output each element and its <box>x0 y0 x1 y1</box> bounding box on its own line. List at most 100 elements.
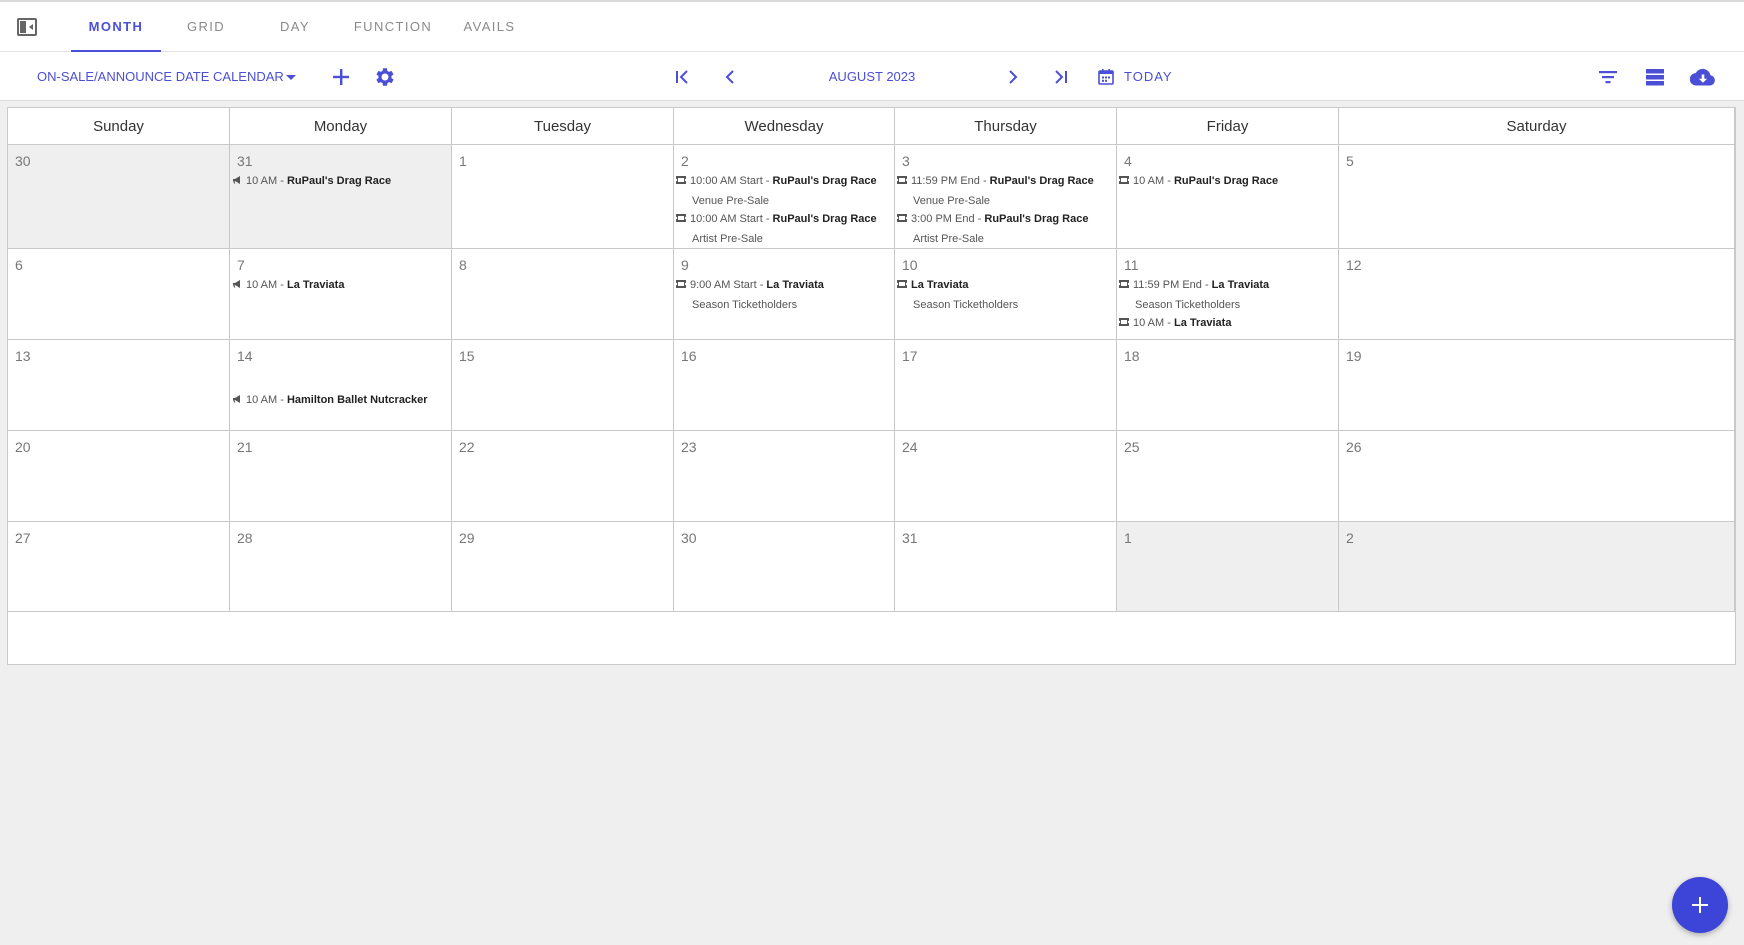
calendar-event[interactable]: 10 AM - La Traviata <box>232 275 449 295</box>
filter-icon[interactable] <box>1597 66 1619 88</box>
chevron-right-icon[interactable] <box>1003 67 1023 87</box>
month-calendar-grid: Sunday Monday Tuesday Wednesday Thursday Frid… <box>7 107 1736 665</box>
calendar-select[interactable]: ON-SALE/ANNOUNCE DATE CALENDAR <box>37 52 284 102</box>
tab-month[interactable]: MONTH <box>71 2 161 52</box>
today-button[interactable]: TODAY <box>1124 52 1173 102</box>
day-cell[interactable]: 30 <box>674 522 895 612</box>
day-number: 18 <box>1124 348 1140 364</box>
day-cell[interactable]: 2 <box>1339 522 1735 612</box>
day-cell[interactable]: 8 <box>452 249 674 340</box>
tab-avails[interactable]: AVAILS <box>452 2 527 52</box>
day-cell[interactable]: 9 9:00 AM Start - La Traviata Season Ticke… <box>674 249 895 340</box>
sidebar-toggle-icon[interactable] <box>17 18 37 36</box>
day-cell[interactable]: 30 <box>8 145 230 249</box>
event-time: 11:59 PM End - <box>1133 279 1212 291</box>
first-page-icon[interactable] <box>672 67 692 87</box>
event-name: La Traviata <box>911 279 969 291</box>
current-month-label: AUGUST 2023 <box>828 69 916 84</box>
day-number: 25 <box>1124 439 1140 455</box>
add-icon[interactable] <box>331 67 351 87</box>
day-number: 21 <box>237 439 253 455</box>
day-cell[interactable]: 1 <box>452 145 674 249</box>
day-cell[interactable]: 4 10 AM - RuPaul's Drag Race <box>1117 145 1339 249</box>
event-name: La Traviata <box>1211 279 1270 291</box>
event-line: La Traviata <box>897 275 1114 295</box>
day-cell[interactable]: 6 <box>8 249 230 340</box>
weekday-header: Saturday <box>1339 108 1735 145</box>
day-cell[interactable]: 31 <box>895 522 1117 612</box>
tab-grid[interactable]: GRID <box>166 2 246 52</box>
day-cell[interactable]: 15 <box>452 340 674 431</box>
event-name: RuPaul's Drag Race <box>1173 175 1279 187</box>
list-view-icon[interactable] <box>1644 66 1666 88</box>
day-cell[interactable]: 12 <box>1339 249 1735 340</box>
calendar-icon[interactable] <box>1097 68 1115 86</box>
day-cell[interactable]: 17 <box>895 340 1117 431</box>
calendar-event[interactable]: 10:00 AM Start - RuPaul's Drag Race Venue… <box>676 171 892 211</box>
day-cell[interactable]: 7 10 AM - La Traviata <box>230 249 452 340</box>
day-cell[interactable]: 5 <box>1339 145 1735 249</box>
calendar-event[interactable]: 9:00 AM Start - La Traviata Season Ticket… <box>676 275 892 315</box>
day-cell[interactable]: 24 <box>895 431 1117 522</box>
tab-day[interactable]: DAY <box>255 2 335 52</box>
day-cell[interactable]: 23 <box>674 431 895 522</box>
day-cell[interactable]: 26 <box>1339 431 1735 522</box>
cloud-download-icon[interactable] <box>1690 65 1716 89</box>
ticket-icon <box>676 280 686 289</box>
calendar-event[interactable]: La Traviata Season Ticketholders <box>897 275 1114 315</box>
chevron-left-icon[interactable] <box>720 67 740 87</box>
day-cell[interactable]: 20 <box>8 431 230 522</box>
calendar-event[interactable]: 11:59 PM End - La Traviata Season Ticketh… <box>1119 275 1336 315</box>
event-presale-type: Venue Pre-Sale <box>692 195 770 207</box>
day-cell[interactable]: 22 <box>452 431 674 522</box>
calendar-event[interactable]: 11:59 PM End - RuPaul's Drag Race Venue P… <box>897 171 1114 211</box>
event-time: 10:00 AM Start - <box>690 213 773 225</box>
calendar-event[interactable]: 10:00 AM Start - RuPaul's Drag Race Artis… <box>676 209 892 248</box>
calendar-event[interactable]: 10 AM - RuPaul's Drag Race <box>232 171 449 191</box>
day-number: 8 <box>459 257 467 273</box>
day-number: 30 <box>681 530 697 546</box>
event-presale-type: Venue Pre-Sale <box>913 195 991 207</box>
ticket-icon <box>1119 176 1129 185</box>
day-cell[interactable]: 16 <box>674 340 895 431</box>
day-number: 2 <box>681 153 689 169</box>
day-cell[interactable]: 18 <box>1117 340 1339 431</box>
day-cell[interactable]: 1 <box>1117 522 1339 612</box>
day-cell[interactable]: 31 10 AM - RuPaul's Drag Race <box>230 145 452 249</box>
calendar-event[interactable]: 10 AM - Hamilton Ballet Nutcracker <box>232 390 449 410</box>
add-event-fab-button[interactable] <box>1672 877 1728 933</box>
chevron-down-icon[interactable] <box>286 75 296 80</box>
event-time: 9:00 AM Start - <box>690 279 767 291</box>
tab-function[interactable]: FUNCTION <box>348 2 438 52</box>
day-cell[interactable]: 27 <box>8 522 230 612</box>
weekday-header: Tuesday <box>452 108 674 145</box>
last-page-icon[interactable] <box>1051 67 1071 87</box>
day-cell[interactable]: 28 <box>230 522 452 612</box>
weekday-header: Monday <box>230 108 452 145</box>
day-number: 24 <box>902 439 918 455</box>
day-cell[interactable]: 19 <box>1339 340 1735 431</box>
day-cell[interactable]: 29 <box>452 522 674 612</box>
day-cell[interactable]: 3 11:59 PM End - RuPaul's Drag Race Venue … <box>895 145 1117 249</box>
day-number: 29 <box>459 530 475 546</box>
day-number: 23 <box>681 439 697 455</box>
day-cell[interactable]: 25 <box>1117 431 1339 522</box>
settings-gear-icon[interactable] <box>373 65 397 89</box>
day-cell[interactable]: 21 <box>230 431 452 522</box>
calendar-event[interactable]: 10 AM - La Traviata <box>1119 313 1336 333</box>
day-number: 28 <box>237 530 253 546</box>
day-cell[interactable]: 11 11:59 PM End - La Traviata Season Ticke… <box>1117 249 1339 340</box>
day-number: 4 <box>1124 153 1132 169</box>
calendar-event[interactable]: 3:00 PM End - RuPaul's Drag Race Artist P… <box>897 209 1114 248</box>
weekday-header: Wednesday <box>674 108 895 145</box>
day-number: 3 <box>902 153 910 169</box>
calendar-event[interactable]: 10 AM - RuPaul's Drag Race <box>1119 171 1336 191</box>
day-cell[interactable]: 13 <box>8 340 230 431</box>
ticket-icon <box>1119 280 1129 289</box>
event-name: La Traviata <box>286 279 345 291</box>
day-cell[interactable]: 14 10 AM - Hamilton Ballet Nutcracker <box>230 340 452 431</box>
event-line: 10 AM - La Traviata <box>232 275 449 295</box>
day-cell[interactable]: 10 La Traviata Season Ticketholders <box>895 249 1117 340</box>
day-cell[interactable]: 2 10:00 AM Start - RuPaul's Drag Race Venu… <box>674 145 895 249</box>
event-presale-type: Artist Pre-Sale <box>692 233 763 245</box>
